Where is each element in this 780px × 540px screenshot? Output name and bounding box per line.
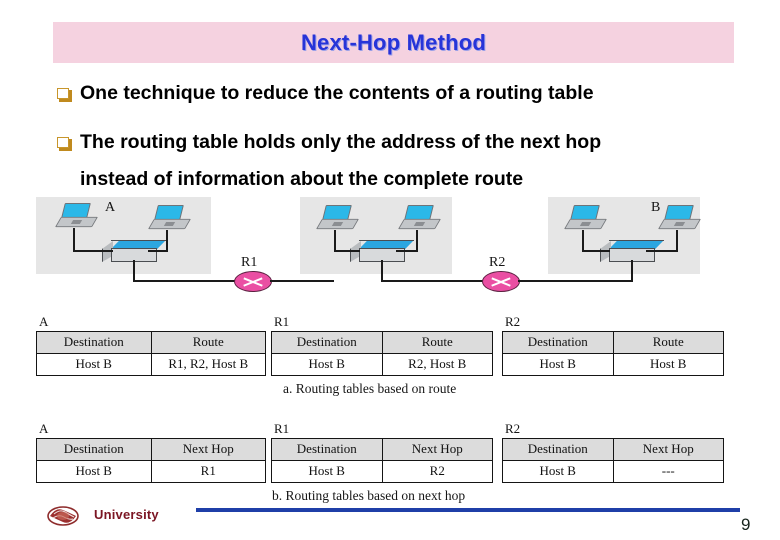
link-wire xyxy=(148,250,168,252)
column-header: Destination xyxy=(37,439,152,460)
table-cell: R1 xyxy=(200,463,216,478)
link-wire xyxy=(73,228,75,251)
table-cell: R2, Host B xyxy=(408,356,467,371)
link-wire xyxy=(133,280,243,282)
table-cell: R1, R2, Host B xyxy=(168,356,249,371)
table-row: Host B R2 xyxy=(272,461,492,482)
table-label-r2-route: R2 xyxy=(505,314,521,329)
table-label-r1-route: R1 xyxy=(274,314,290,329)
router-icon xyxy=(234,271,272,292)
laptop-icon xyxy=(658,205,701,233)
column-header: Route xyxy=(613,332,723,353)
column-header: Route xyxy=(151,332,265,353)
laptop-icon xyxy=(316,205,359,233)
column-header: Destination xyxy=(503,439,614,460)
table-header-row: Destination Route xyxy=(503,332,723,354)
link-wire xyxy=(133,260,135,282)
footer-university-label: University xyxy=(94,507,159,522)
table-row: Host B --- xyxy=(503,461,723,482)
table-cell: Host B xyxy=(650,356,687,371)
laptop-icon xyxy=(148,205,191,233)
link-wire xyxy=(381,260,383,282)
bullet-item-2-continuation: instead of information about the complet… xyxy=(80,168,524,190)
link-wire xyxy=(73,250,113,252)
routing-table-a-nexthop: Destination Next Hop Host B R1 xyxy=(36,438,266,483)
table-row: Host B R1, R2, Host B xyxy=(37,354,265,375)
routing-table-r1-nexthop: Destination Next Hop Host B R2 xyxy=(271,438,493,483)
link-wire xyxy=(631,260,633,282)
routing-table-r1-route: Destination Route Host B R2, Host B xyxy=(271,331,493,376)
table-cell: Host B xyxy=(272,461,383,482)
link-wire xyxy=(166,230,168,251)
link-wire xyxy=(582,250,610,252)
column-header: Route xyxy=(382,332,492,353)
link-wire xyxy=(396,250,418,252)
table-label-r1-nexthop: R1 xyxy=(274,421,290,436)
figure-caption-b: b. Routing tables based on next hop xyxy=(272,488,466,503)
column-header: Destination xyxy=(37,332,152,353)
link-wire xyxy=(518,280,632,282)
page-number: 9 xyxy=(741,515,751,534)
table-header-row: Destination Next Hop xyxy=(37,439,265,461)
table-row: Host B Host B xyxy=(503,354,723,375)
column-header: Next Hop xyxy=(382,439,492,460)
table-label-r2-nexthop: R2 xyxy=(505,421,521,436)
table-cell: R2 xyxy=(429,463,445,478)
router-icon xyxy=(482,271,520,292)
table-row: Host B R1 xyxy=(37,461,265,482)
table-header-row: Destination Route xyxy=(37,332,265,354)
routing-table-a-route: Destination Route Host B R1, R2, Host B xyxy=(36,331,266,376)
table-cell: --- xyxy=(661,463,675,478)
bullet-item-2: The routing table holds only the address… xyxy=(57,131,757,153)
link-wire xyxy=(646,250,678,252)
routing-table-r2-nexthop: Destination Next Hop Host B --- xyxy=(502,438,724,483)
column-header: Destination xyxy=(503,332,614,353)
table-cell: Host B xyxy=(503,354,614,375)
node-label-router1: R1 xyxy=(241,255,258,270)
table-header-row: Destination Next Hop xyxy=(272,439,492,461)
table-cell: Host B xyxy=(37,354,152,375)
table-header-row: Destination Route xyxy=(272,332,492,354)
table-label-a-nexthop: A xyxy=(39,421,49,436)
table-label-a-route: A xyxy=(39,314,49,329)
bullet-item-1-label: One technique to reduce the contents of … xyxy=(80,82,594,104)
link-wire xyxy=(334,230,336,251)
column-header: Next Hop xyxy=(613,439,723,460)
node-label-router2: R2 xyxy=(489,255,506,270)
table-cell: Host B xyxy=(272,354,383,375)
table-cell: Host B xyxy=(37,461,152,482)
footer-divider xyxy=(196,508,740,512)
column-header: Next Hop xyxy=(151,439,265,460)
link-wire xyxy=(582,230,584,251)
title-band: Next-Hop Method xyxy=(53,22,734,63)
page-title: Next-Hop Method xyxy=(300,29,487,55)
node-label-host-b: B xyxy=(651,200,661,215)
link-wire xyxy=(381,280,485,282)
bullet-item-2-label: The routing table holds only the address… xyxy=(80,131,602,153)
laptop-icon xyxy=(564,205,607,233)
bullet-item-1: One technique to reduce the contents of … xyxy=(57,82,757,104)
laptop-icon xyxy=(55,203,98,231)
column-header: Destination xyxy=(272,332,383,353)
table-header-row: Destination Next Hop xyxy=(503,439,723,461)
university-crest-logo xyxy=(47,505,79,527)
figure-caption-a: a. Routing tables based on route xyxy=(283,381,457,396)
column-header: Destination xyxy=(272,439,383,460)
link-wire xyxy=(334,250,360,252)
link-wire xyxy=(416,230,418,251)
link-wire xyxy=(676,230,678,251)
link-wire xyxy=(270,280,334,282)
routing-table-r2-route: Destination Route Host B Host B xyxy=(502,331,724,376)
table-cell: Host B xyxy=(503,461,614,482)
table-row: Host B R2, Host B xyxy=(272,354,492,375)
square-bullet-icon xyxy=(57,137,74,152)
node-label-host-a: A xyxy=(105,200,116,215)
laptop-icon xyxy=(398,205,441,233)
square-bullet-icon xyxy=(57,88,74,103)
